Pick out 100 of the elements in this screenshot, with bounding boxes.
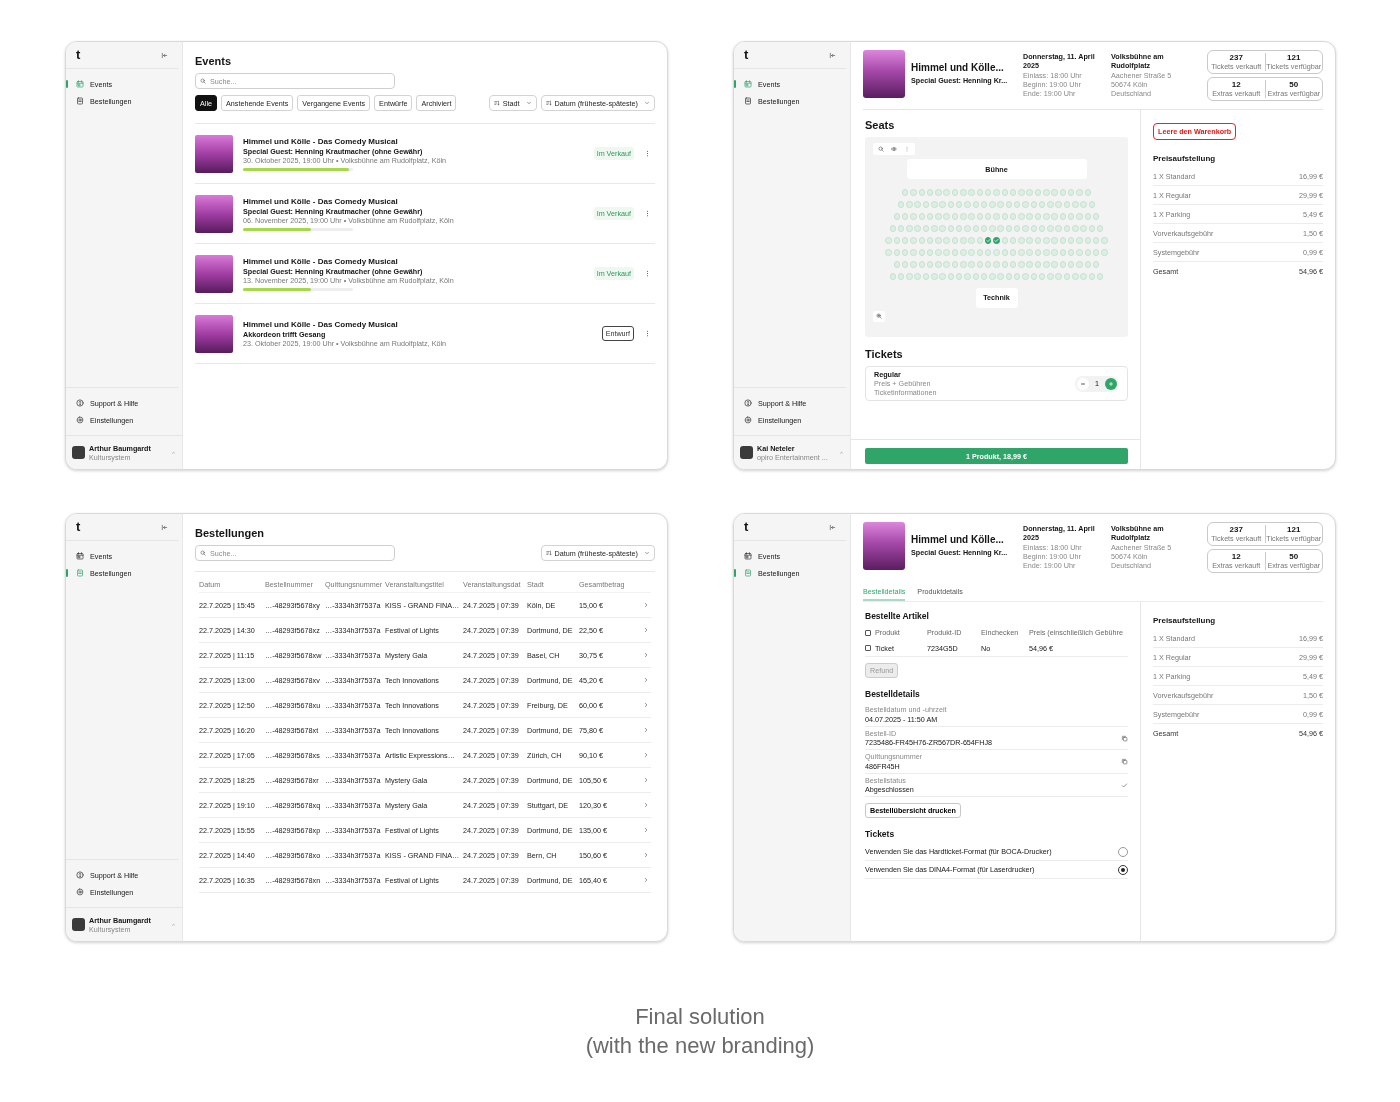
caret-up-icon[interactable] (171, 922, 176, 927)
plus-icon (1108, 380, 1114, 387)
settings-icon (76, 888, 84, 896)
chevron-right-icon[interactable] (643, 677, 649, 683)
increase-button[interactable] (1105, 377, 1117, 390)
help-icon (76, 871, 84, 879)
page-title: Events (195, 54, 233, 68)
search-icon[interactable] (878, 146, 884, 152)
document-icon (76, 569, 84, 577)
check-icon (1121, 781, 1128, 789)
document-icon (744, 97, 752, 105)
section-title: Seats (865, 118, 896, 132)
calendar-icon (744, 80, 752, 88)
event-title: Himmel und Kölle... (911, 534, 1005, 546)
section-title: Preisaufstellung (1153, 616, 1217, 625)
chevron-down-icon (525, 100, 532, 106)
radio-button[interactable] (1118, 864, 1128, 875)
stat-value: 12 (1230, 80, 1242, 89)
settings-icon (76, 416, 84, 424)
calendar-icon (76, 80, 84, 88)
help-icon (76, 399, 84, 407)
sort-icon (545, 100, 552, 106)
checkbox[interactable] (865, 645, 871, 651)
logo: t (744, 48, 749, 62)
stat-value: 237 (1228, 53, 1244, 62)
collapse-sidebar-icon[interactable] (829, 523, 836, 531)
chevron-right-icon[interactable] (643, 727, 649, 733)
sort-icon (545, 550, 552, 556)
seat[interactable] (993, 237, 1000, 244)
photo-placeholder (195, 194, 233, 233)
collapse-sidebar-icon[interactable] (161, 523, 168, 531)
event-title[interactable]: Himmel und Kölle - Das Comedy Musical (243, 256, 594, 267)
stat-value: 121 (1286, 525, 1302, 534)
chevron-right-icon[interactable] (643, 802, 649, 808)
chevron-right-icon[interactable] (643, 752, 649, 758)
event-title[interactable]: Himmel und Kölle - Das Comedy Musical (243, 319, 602, 330)
logo: t (76, 520, 81, 534)
avatar-photo (72, 918, 85, 931)
chevron-right-icon[interactable] (643, 777, 649, 783)
minus-icon (1080, 380, 1086, 387)
document-icon (744, 569, 752, 577)
chevron-right-icon[interactable] (643, 827, 649, 833)
more-icon[interactable] (644, 150, 651, 157)
avatar-photo (72, 446, 85, 459)
caret-up-icon[interactable] (839, 450, 844, 455)
section-title: Tickets (865, 347, 904, 361)
photo-placeholder (195, 314, 233, 353)
seat[interactable] (984, 237, 992, 244)
chevron-right-icon[interactable] (643, 652, 649, 658)
zoom-button[interactable] (873, 310, 885, 322)
more-icon[interactable] (644, 330, 651, 337)
search-icon (200, 78, 206, 84)
stat-value: 12 (1230, 552, 1242, 561)
document-icon (76, 97, 84, 105)
caption-title: Final solution (634, 1003, 766, 1031)
radio-button[interactable] (1118, 846, 1128, 857)
collapse-sidebar-icon[interactable] (829, 51, 836, 59)
page-title: Bestellungen (195, 526, 266, 540)
photo-placeholder (195, 134, 233, 173)
copy-icon[interactable] (1121, 758, 1128, 766)
chevron-down-icon (644, 550, 650, 556)
event-title[interactable]: Himmel und Kölle - Das Comedy Musical (243, 136, 594, 147)
section-title: Tickets (865, 828, 896, 840)
photo-placeholder (863, 50, 905, 98)
eye-icon[interactable] (891, 146, 897, 152)
stat-value: 50 (1288, 552, 1300, 561)
stat-value: 50 (1288, 80, 1300, 89)
chevron-right-icon[interactable] (643, 702, 649, 708)
calendar-icon (76, 552, 84, 560)
logo: t (744, 520, 749, 534)
section-title: Preisaufstellung (1153, 154, 1217, 163)
copy-icon[interactable] (1121, 734, 1128, 742)
event-title: Himmel und Kölle... (911, 62, 1005, 74)
sort-icon (493, 100, 500, 106)
event-title[interactable]: Himmel und Kölle - Das Comedy Musical (243, 196, 594, 207)
help-icon (744, 399, 752, 407)
search-icon (200, 550, 206, 556)
calendar-icon (744, 552, 752, 560)
zoom-in-icon (876, 313, 882, 319)
stat-value: 121 (1286, 53, 1302, 62)
section-title: Bestellte Artikel (865, 610, 930, 622)
chevron-right-icon[interactable] (643, 877, 649, 883)
chevron-right-icon[interactable] (643, 602, 649, 608)
more-icon[interactable] (644, 210, 651, 217)
chevron-right-icon[interactable] (643, 627, 649, 633)
caption-subtitle: (with the new branding) (584, 1032, 816, 1060)
stat-value: 237 (1228, 525, 1244, 534)
more-icon[interactable] (644, 270, 651, 277)
chevron-down-icon (644, 100, 650, 106)
settings-icon (744, 416, 752, 424)
avatar-photo (740, 446, 753, 459)
photo-placeholder (863, 522, 905, 570)
decrease-button[interactable] (1077, 377, 1089, 390)
collapse-sidebar-icon[interactable] (161, 51, 168, 59)
photo-placeholder (195, 254, 233, 293)
caret-up-icon[interactable] (171, 450, 176, 455)
chevron-right-icon[interactable] (643, 852, 649, 858)
section-title: Bestelldetails (865, 688, 921, 700)
logo: t (76, 48, 81, 62)
checkbox[interactable] (865, 629, 871, 636)
